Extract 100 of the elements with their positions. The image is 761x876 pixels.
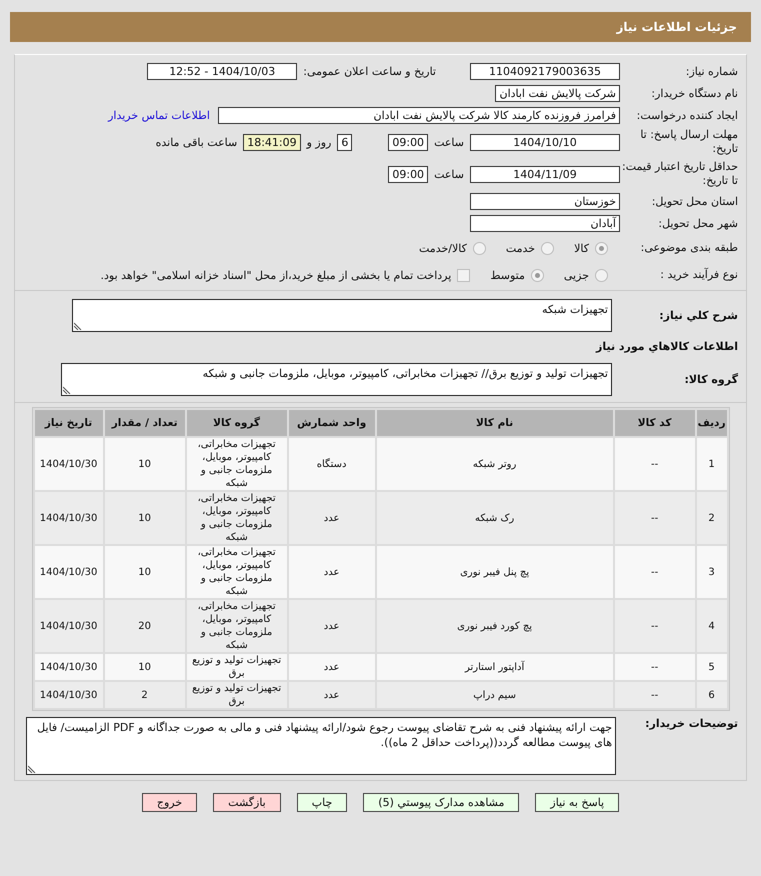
field-label: نوع فرآیند خرید : xyxy=(659,268,739,282)
field-label: نام دستگاه خریدار: xyxy=(650,86,739,100)
resize-grip-icon[interactable] xyxy=(74,322,82,330)
table-cell: 2 xyxy=(696,492,726,544)
field-label: توضیحات خریدار: xyxy=(644,717,739,731)
table-cell: سیم دراپ xyxy=(376,682,613,708)
table-cell: 1404/10/30 xyxy=(34,492,103,544)
field-label: شماره نیاز: xyxy=(684,64,739,78)
field-label: ایجاد کننده درخواست: xyxy=(636,108,739,122)
table-cell: روتر شبکه xyxy=(376,438,613,490)
action-button[interactable]: پاسخ به نیاز xyxy=(535,793,620,812)
column-header: واحد شمارش xyxy=(288,410,375,436)
option-label: کالا/خدمت xyxy=(419,242,467,254)
field-label: ساعت باقی مانده xyxy=(156,136,238,148)
announce-date-field[interactable]: 1404/10/03 - 12:52 xyxy=(147,63,298,80)
need-number-field[interactable]: 1104092179003635 xyxy=(470,63,620,80)
column-header: نام کالا xyxy=(376,410,613,436)
table-cell: تجهیزات مخابراتی، کامپیوتر، موبایل، ملزومات جانبی و شبکه xyxy=(186,438,287,490)
table-cell: دستگاه xyxy=(288,438,375,490)
table-cell: 10 xyxy=(104,654,185,680)
action-button[interactable]: چاپ xyxy=(296,793,348,812)
table-cell: 5 xyxy=(696,654,726,680)
field-label: مهلت ارسال پاسخ: تا تاریخ: xyxy=(639,128,739,156)
checkbox[interactable] xyxy=(457,268,470,282)
table-cell: -- xyxy=(614,600,695,652)
buyer-contact-link[interactable]: اطلاعات تماس خریدار xyxy=(108,109,210,122)
field-label: شهر محل تحویل: xyxy=(657,216,739,230)
goods-group-textarea[interactable]: تجهیزات تولید و توزیع برق// تجهیزات مخابراتی، کامپیوتر، موبایل، ملزومات جانبی و شبکه xyxy=(61,363,612,396)
table-cell: 1 xyxy=(696,438,726,490)
table-cell: 1404/10/30 xyxy=(34,654,103,680)
time-field[interactable]: 09:00 xyxy=(388,166,428,182)
date-field[interactable]: 1404/11/09 xyxy=(470,166,620,182)
table-cell: عدد xyxy=(288,546,375,598)
table-cell: تجهیزات تولید و توزیع برق xyxy=(186,654,287,680)
resize-grip-icon[interactable] xyxy=(63,386,71,394)
field-label: طبقه بندی موضوعی: xyxy=(640,241,739,255)
table-cell: پچ کورد فیبر نوری xyxy=(376,600,613,652)
field-label: تاریخ و ساعت اعلان عمومی: xyxy=(303,65,436,78)
radio-button[interactable] xyxy=(541,242,554,254)
field-label: ساعت xyxy=(434,168,464,180)
table-cell: تجهیزات مخابراتی، کامپیوتر، موبایل، ملزومات جانبی و شبکه xyxy=(186,492,287,544)
option-label: کالا xyxy=(574,242,589,254)
table-cell: 10 xyxy=(104,492,185,544)
resize-grip-icon[interactable] xyxy=(28,765,36,773)
table-cell: 1404/10/30 xyxy=(34,682,103,708)
option-label: جزیی xyxy=(564,268,589,282)
buyer-name-field[interactable]: شرکت پالایش نفت ابادان xyxy=(495,85,620,102)
remaining-time-field[interactable]: 18:41:09 xyxy=(243,134,301,150)
option-label: پرداخت تمام یا بخشی از مبلغ خرید،از محل "اسناد خزانه اسلامی" خواهد بود. xyxy=(100,268,452,282)
table-cell: -- xyxy=(614,492,695,544)
table-cell: 1404/10/30 xyxy=(34,546,103,598)
table-cell: 20 xyxy=(104,600,185,652)
column-header: تاریخ نیاز xyxy=(34,410,103,436)
requester-field[interactable]: فرامرز فروزنده کارمند کالا شرکت پالایش نفت ابادان xyxy=(218,107,620,124)
notes-textarea[interactable]: جهت ارائه پیشنهاد فنی به شرح تقاضای پیوست رجوع شود/ارائه پیشنهاد فنی و مالی به صورت جداگانه و PDF الزامیست/ فایل های پیوست مطالعه گردد((پرداخت حداقل 2 ماه)). xyxy=(26,717,616,775)
table-cell: 1404/10/30 xyxy=(34,600,103,652)
table-cell: عدد xyxy=(288,654,375,680)
table-cell: 3 xyxy=(696,546,726,598)
column-header: کد کالا xyxy=(614,410,695,436)
action-button[interactable]: خروج xyxy=(142,793,198,812)
radio-button[interactable] xyxy=(595,242,608,254)
table-cell: عدد xyxy=(288,492,375,544)
option-label: خدمت xyxy=(506,242,536,254)
table-cell: -- xyxy=(614,682,695,708)
table-cell: -- xyxy=(614,654,695,680)
radio-button[interactable] xyxy=(595,268,608,282)
column-header: تعداد / مقدار xyxy=(104,410,185,436)
field-label: شرح کلي نياز: xyxy=(658,308,739,322)
option-label: متوسط xyxy=(490,268,525,282)
table-cell: 10 xyxy=(104,438,185,490)
table-cell: -- xyxy=(614,438,695,490)
field-label: روز و xyxy=(306,136,332,148)
radio-button[interactable] xyxy=(472,242,486,254)
section-heading: اطلاعات کالاهاي مورد نياز xyxy=(596,340,739,354)
city-field[interactable]: آبادان xyxy=(470,215,620,232)
table-cell: پچ پنل فیبر نوری xyxy=(376,546,613,598)
table-cell: 10 xyxy=(104,546,185,598)
table-cell: تجهیزات مخابراتی، کامپیوتر، موبایل، ملزومات جانبی و شبکه xyxy=(186,546,287,598)
table-cell: 4 xyxy=(696,600,726,652)
table-cell: 6 xyxy=(696,682,726,708)
field-label: ساعت xyxy=(434,136,464,148)
action-button[interactable]: مشاهده مدارک پیوستي (5) xyxy=(363,793,520,812)
table-cell: آداپتور استارتر xyxy=(376,654,613,680)
field-label: استان محل تحویل: xyxy=(650,194,739,208)
table-cell: رک شبکه xyxy=(376,492,613,544)
table-cell: عدد xyxy=(288,600,375,652)
table-cell: تجهیزات مخابراتی، کامپیوتر، موبایل، ملزومات جانبی و شبکه xyxy=(186,600,287,652)
time-field[interactable]: 09:00 xyxy=(388,134,428,150)
table-cell: -- xyxy=(614,546,695,598)
province-field[interactable]: خوزستان xyxy=(470,193,620,210)
days-field[interactable]: 6 xyxy=(337,134,352,150)
summary-textarea[interactable]: تجهیزات شبکه xyxy=(72,299,612,332)
table-cell: عدد xyxy=(288,682,375,708)
page-title: جزئیات اطلاعات نیاز xyxy=(616,20,737,34)
action-button[interactable]: بازگشت xyxy=(213,793,281,812)
radio-button[interactable] xyxy=(530,268,544,282)
date-field[interactable]: 1404/10/10 xyxy=(470,134,620,150)
table-cell: 1404/10/30 xyxy=(34,438,103,490)
table-cell: 2 xyxy=(104,682,185,708)
column-header: ردیف xyxy=(696,410,726,436)
